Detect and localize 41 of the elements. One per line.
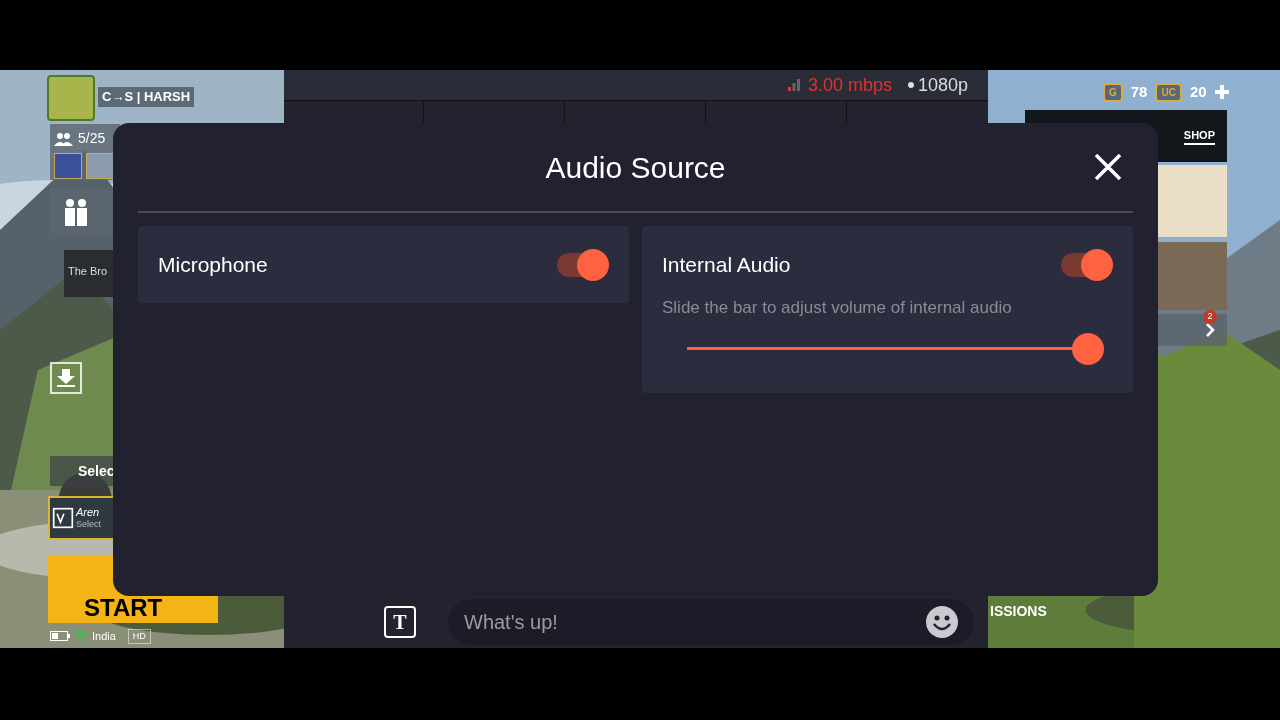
toggle-switch[interactable] (557, 248, 609, 281)
quality-badge: HD (127, 628, 151, 644)
avatar-icon (54, 153, 82, 179)
mode-status: Select (76, 519, 101, 531)
currency-amount: 20 (1189, 82, 1207, 102)
player-name: C→S | HARSH (98, 87, 195, 107)
currency-icon: G (1103, 82, 1123, 102)
close-button[interactable] (1093, 152, 1123, 182)
region-label: India (92, 629, 116, 644)
currency-icon: UC (1155, 82, 1182, 102)
resolution-label: 1080p (907, 71, 968, 99)
chat-input[interactable]: What's up! (464, 607, 926, 637)
rank-badge-icon (47, 75, 95, 121)
download-button[interactable] (50, 362, 82, 394)
people-icon (54, 131, 74, 146)
crew-name: The Bro (68, 265, 108, 277)
missions-label: ISSIONS (990, 602, 1047, 621)
signal-icon (787, 79, 800, 91)
currency-amount: 78 (1130, 82, 1148, 102)
bitrate-label: 3.00 mbps (807, 73, 892, 97)
close-icon (1094, 153, 1122, 181)
dialog-title: Audio Source (545, 149, 726, 186)
friends-icon (62, 198, 90, 226)
notification-badge: 2 (1203, 310, 1217, 324)
wifi-icon (74, 631, 88, 642)
source-label: Internal Audio (662, 251, 791, 278)
versus-icon (52, 507, 74, 529)
hint-text: Slide the bar to adjust volume of internal audio (662, 297, 1013, 319)
download-icon (56, 369, 76, 387)
mode-name: Aren (76, 505, 101, 520)
squad-count: 5/25 (78, 129, 106, 148)
avatar-icon (86, 153, 114, 179)
slider-thumb[interactable] (1072, 332, 1104, 365)
battery-icon (50, 631, 70, 642)
plus-icon (1214, 85, 1229, 100)
source-label: Microphone (158, 251, 268, 278)
toggle-switch[interactable] (1061, 248, 1113, 281)
chat-field[interactable]: What's up! (448, 599, 974, 645)
chevron-right-icon (1205, 323, 1215, 337)
emoji-icon[interactable] (926, 606, 958, 638)
text-format-icon[interactable]: T (384, 606, 416, 638)
